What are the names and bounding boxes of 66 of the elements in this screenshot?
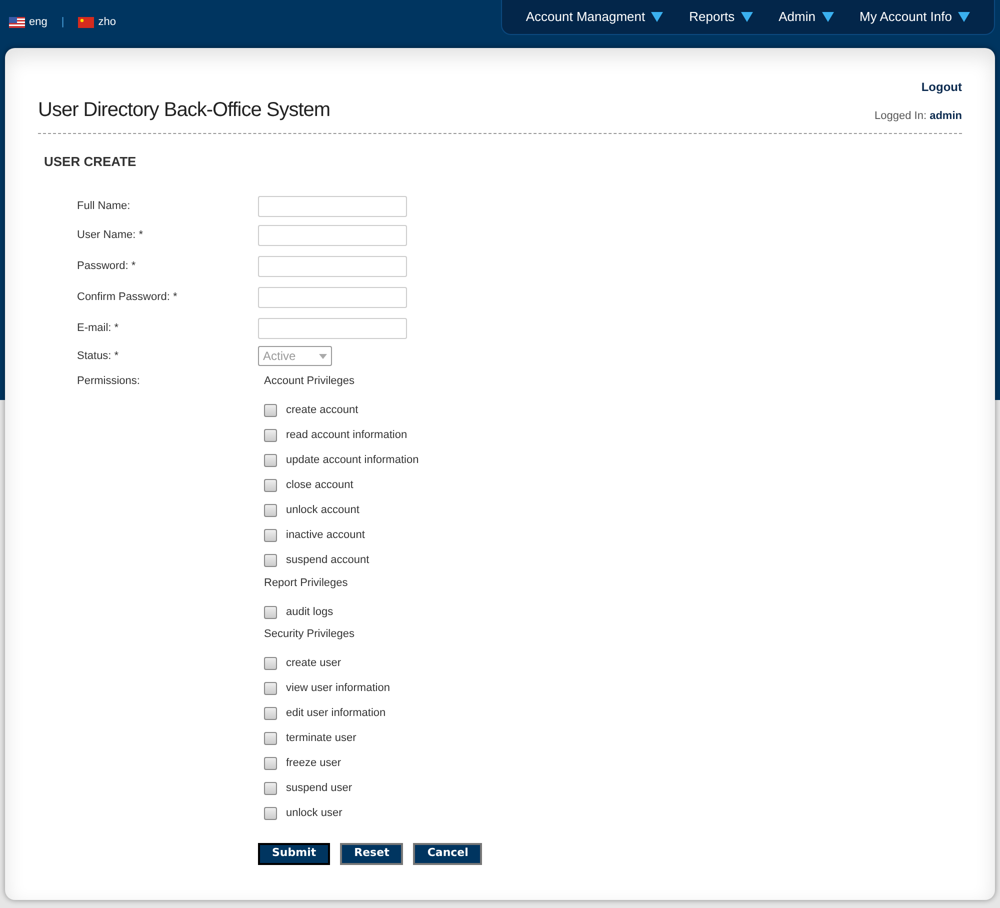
field-label: Full Name: — [77, 200, 130, 212]
text-field[interactable] — [258, 287, 407, 308]
group-heading: Account Privileges — [264, 374, 356, 389]
checkbox[interactable] — [264, 757, 277, 770]
caret-icon — [958, 12, 970, 22]
caret-icon — [822, 12, 834, 22]
caret-icon — [319, 354, 327, 358]
checkbox[interactable] — [264, 529, 277, 542]
checkbox[interactable] — [264, 554, 277, 567]
text-field[interactable] — [258, 196, 407, 217]
field-label: Password: * — [77, 260, 136, 272]
form-button[interactable]: Submit — [258, 842, 330, 864]
checkbox-label: view user information — [286, 681, 390, 696]
text-field[interactable] — [258, 318, 407, 339]
checkbox-label: edit user information — [286, 706, 386, 722]
checkbox-label: audit logs — [286, 604, 334, 620]
field-label: Permissions: — [77, 375, 140, 387]
checkbox-label: create account — [286, 403, 358, 418]
checkbox[interactable] — [264, 404, 277, 417]
checkbox[interactable] — [264, 682, 277, 695]
menu-item[interactable]: My Account Info — [860, 7, 970, 27]
checkbox-label: unlock user — [286, 806, 342, 822]
group-heading: Security Privileges — [264, 627, 356, 642]
checkbox-label: freeze user — [286, 756, 342, 772]
field-label: Status: * — [77, 350, 119, 362]
checkbox-label: read account information — [286, 428, 408, 444]
checkbox-label: suspend account — [286, 553, 370, 568]
language-link[interactable]: zho — [78, 14, 116, 30]
checkbox-label: terminate user — [286, 731, 356, 746]
caret-icon — [651, 12, 664, 22]
checkbox-label: create user — [286, 656, 342, 672]
flag-icon — [9, 16, 25, 28]
checkbox[interactable] — [264, 479, 277, 492]
menu-item[interactable]: Account Managment — [526, 7, 664, 27]
caret-icon — [740, 12, 753, 22]
flag-icon — [78, 16, 94, 28]
page-title: User Directory Back-Office System — [38, 98, 330, 122]
checkbox[interactable] — [264, 782, 277, 795]
logged-in-text: Logged In: admin — [874, 109, 962, 124]
text-field[interactable] — [258, 225, 407, 246]
checkbox-label: close account — [286, 478, 354, 494]
checkbox-label: suspend user — [286, 781, 352, 796]
checkbox[interactable] — [264, 707, 277, 720]
form-button[interactable]: Reset — [340, 842, 404, 864]
group-heading: Report Privileges — [264, 576, 349, 590]
menu-item[interactable]: Reports — [689, 7, 753, 27]
field-label: Confirm Password: * — [77, 291, 178, 304]
checkbox-label: inactive account — [286, 528, 365, 544]
section-heading: USER CREATE — [43, 152, 138, 170]
field-label: E-mail: * — [77, 322, 119, 334]
checkbox[interactable] — [264, 807, 277, 820]
checkbox[interactable] — [264, 429, 277, 442]
checkbox[interactable] — [264, 454, 277, 467]
checkbox-label: update account information — [286, 453, 419, 468]
checkbox[interactable] — [264, 606, 277, 618]
form-button[interactable]: Cancel — [413, 842, 482, 864]
checkbox[interactable] — [264, 504, 277, 517]
language-link[interactable]: eng — [9, 14, 48, 30]
text-field[interactable] — [258, 256, 407, 277]
field-label: User Name: * — [77, 229, 144, 242]
menu-item[interactable]: Admin — [778, 7, 834, 27]
logout-link[interactable]: Logout — [921, 78, 962, 96]
separator: | — [60, 15, 66, 30]
checkbox[interactable] — [264, 657, 277, 670]
checkbox-label: unlock account — [286, 503, 360, 518]
checkbox[interactable] — [264, 732, 277, 745]
